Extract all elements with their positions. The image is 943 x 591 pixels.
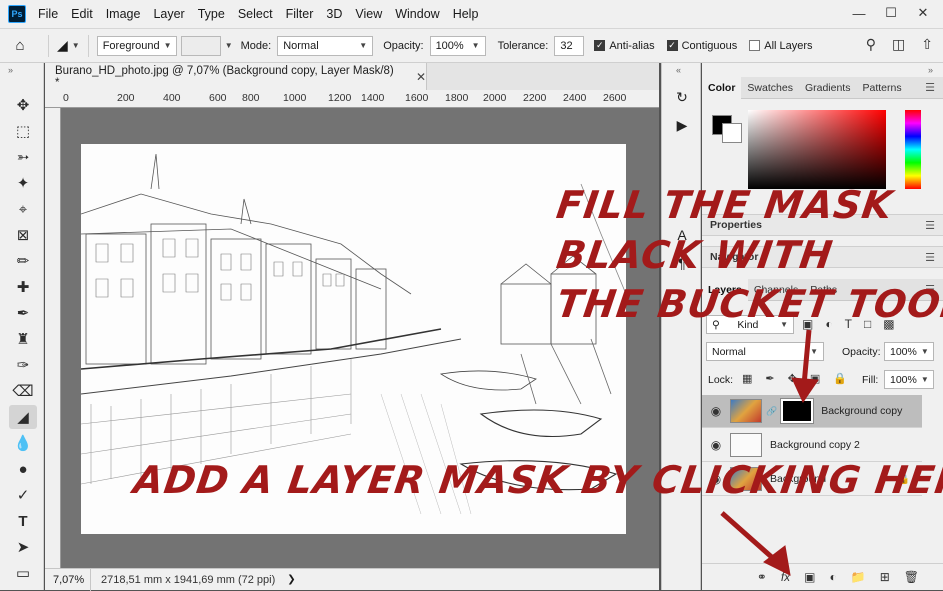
annotation-line-3: THE BUCKET TOOL	[553, 282, 943, 326]
annotation-line-4: ADD A LAYER MASK BY CLICKING HERE	[130, 458, 943, 502]
annotation-line-2: BLACK WITH	[553, 233, 836, 277]
annotation-line-1: FILL THE MASK	[553, 183, 896, 227]
annotation-arrow-mask-button	[720, 511, 777, 562]
annotation-arrow-mask	[801, 329, 812, 386]
